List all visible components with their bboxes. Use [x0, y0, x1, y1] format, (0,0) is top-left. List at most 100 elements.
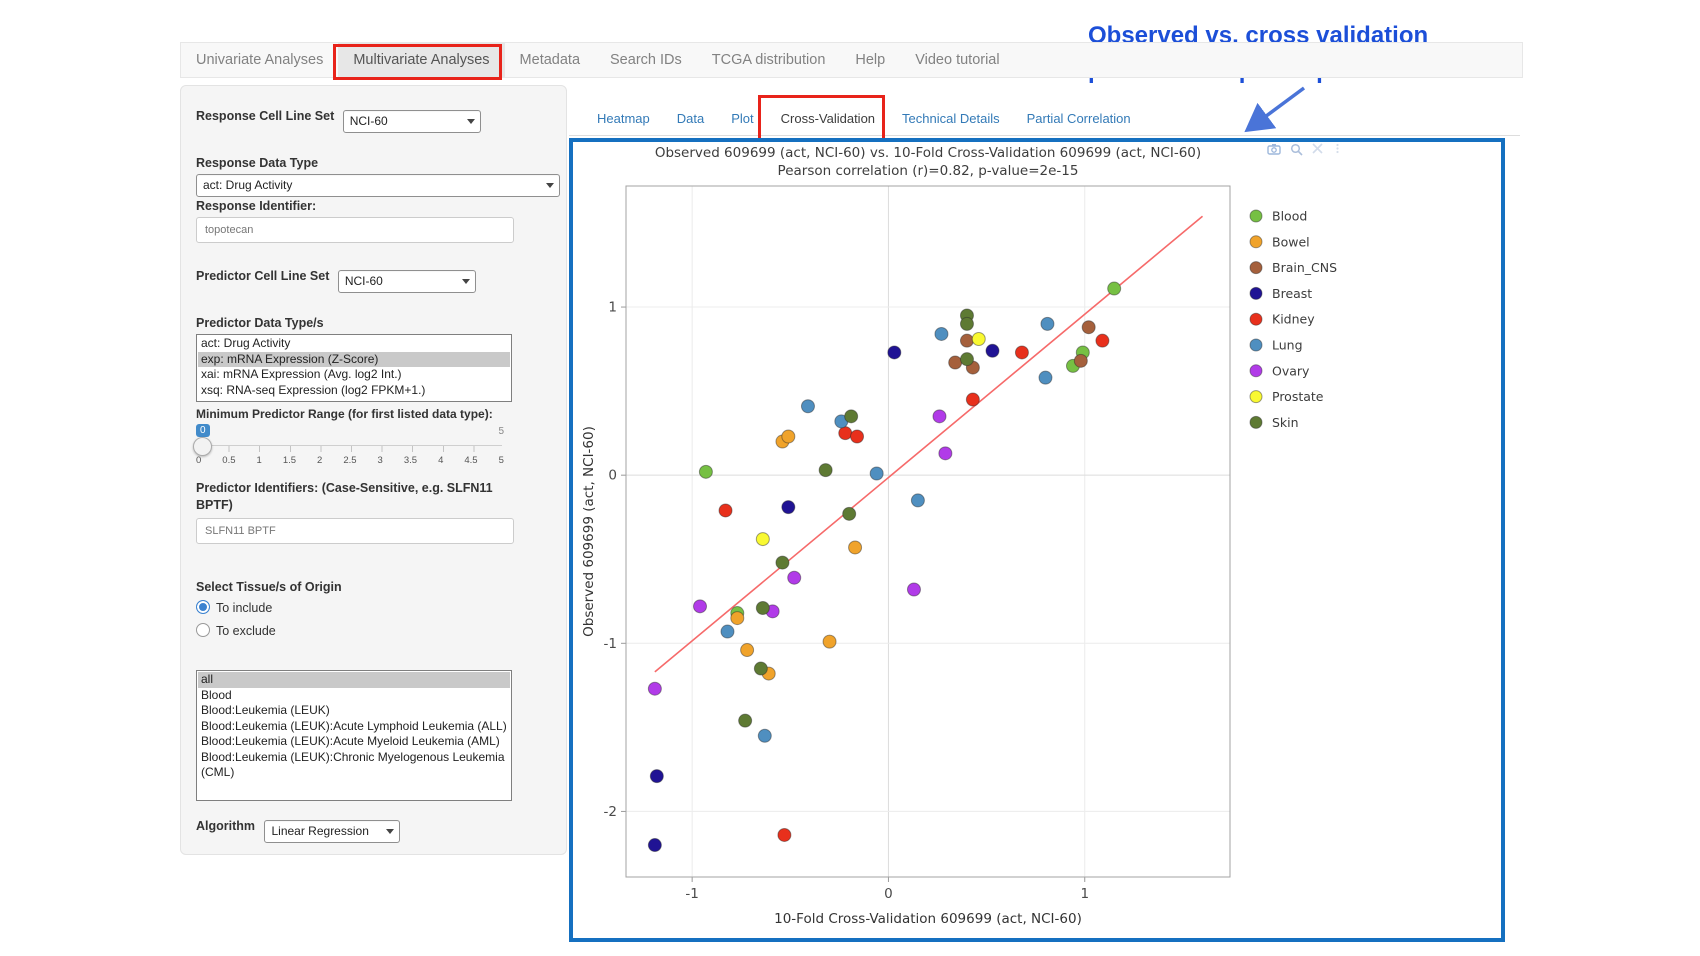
- tissue-origin-listbox[interactable]: allBloodBlood:Leukemia (LEUK)Blood:Leuke…: [196, 670, 512, 801]
- data-point-skin: [776, 556, 789, 569]
- predictor-identifiers-input[interactable]: SLFN11 BPTF: [196, 518, 514, 544]
- tab-cross-validation[interactable]: Cross-Validation: [781, 104, 875, 134]
- radio-unselected-icon[interactable]: [196, 623, 210, 637]
- legend-label-prostate[interactable]: Prostate: [1272, 389, 1324, 404]
- slider-handle[interactable]: [193, 437, 212, 456]
- result-tabbar: Heatmap Data Plot Cross-Validation Technical…: [569, 104, 1520, 136]
- legend-label-kidney[interactable]: Kidney: [1272, 312, 1315, 327]
- slider-track[interactable]: [198, 445, 502, 452]
- legend-swatch-prostate[interactable]: [1250, 391, 1262, 403]
- predictor-data-type-option[interactable]: xsq: RNA-seq Expression (log2 FPKM+1.): [198, 383, 510, 399]
- y-tick-label: -2: [604, 804, 617, 820]
- data-point-prostate: [756, 533, 769, 546]
- predictor-identifiers-label: Predictor Identifiers: (Case-Sensitive, …: [196, 480, 516, 514]
- slider-tick-label: 0.5: [222, 455, 235, 466]
- tab-data[interactable]: Data: [677, 104, 704, 134]
- legend-swatch-brain_cns[interactable]: [1250, 262, 1262, 274]
- radio-selected-icon[interactable]: [196, 600, 210, 614]
- legend-label-breast[interactable]: Breast: [1272, 286, 1312, 301]
- y-tick-label: 0: [608, 468, 617, 484]
- tissue-radio-to-include[interactable]: To include: [196, 600, 544, 615]
- nav-item-tcga-distribution[interactable]: TCGA distribution: [697, 43, 841, 77]
- slider-tick-label: 5: [499, 455, 504, 466]
- slider-tick-label: 1.5: [283, 455, 296, 466]
- legend-label-blood[interactable]: Blood: [1272, 209, 1307, 224]
- predictor-data-type-option[interactable]: act: Drug Activity: [198, 336, 510, 352]
- data-point-lung: [721, 625, 734, 638]
- data-point-kidney: [966, 393, 979, 406]
- algorithm-value: Linear Regression: [271, 824, 368, 838]
- min-predictor-range-slider[interactable]: 0 5 00.511.522.533.544.55: [196, 424, 504, 470]
- scatter-plot[interactable]: -10110-1-210-Fold Cross-Validation 60969…: [573, 142, 1501, 938]
- nav-item-univariate-analyses[interactable]: Univariate Analyses: [181, 43, 338, 77]
- tissue-option[interactable]: Blood: [198, 688, 510, 704]
- nav-item-metadata[interactable]: Metadata: [505, 43, 595, 77]
- nav-item-video-tutorial[interactable]: Video tutorial: [900, 43, 1014, 77]
- tab-technical-details[interactable]: Technical Details: [902, 104, 1000, 134]
- data-point-blood: [699, 465, 712, 478]
- legend-swatch-bowel[interactable]: [1250, 236, 1262, 248]
- legend-swatch-breast[interactable]: [1250, 287, 1262, 299]
- tissue-radio-to-exclude[interactable]: To exclude: [196, 623, 544, 638]
- nav-item-search-ids[interactable]: Search IDs: [595, 43, 697, 77]
- legend-swatch-skin[interactable]: [1250, 416, 1262, 428]
- plot-frame: [626, 186, 1230, 877]
- slider-tick-label: 1: [257, 455, 262, 466]
- tissue-option[interactable]: all: [198, 672, 510, 688]
- legend-swatch-ovary[interactable]: [1250, 365, 1262, 377]
- tissue-option[interactable]: Blood:Leukemia (LEUK):Acute Lymphoid Leu…: [198, 719, 510, 735]
- nav-item-multivariate-analyses[interactable]: Multivariate Analyses: [338, 43, 504, 77]
- radio-label: To exclude: [216, 624, 276, 638]
- algorithm-field: Algorithm Linear Regression: [196, 817, 544, 843]
- tab-partial-correlation[interactable]: Partial Correlation: [1027, 104, 1131, 134]
- data-point-skin: [739, 714, 752, 727]
- legend-swatch-kidney[interactable]: [1250, 313, 1262, 325]
- response-cell-line-set-field: Response Cell Line Set NCI-60: [196, 107, 544, 133]
- nav-item-help[interactable]: Help: [840, 43, 900, 77]
- slider-tick-label: 4: [438, 455, 443, 466]
- data-point-lung: [758, 729, 771, 742]
- slider-tick-label: 3: [378, 455, 383, 466]
- predictor-cell-line-set-select[interactable]: NCI-60: [338, 270, 476, 293]
- response-cell-line-set-select[interactable]: NCI-60: [343, 110, 481, 133]
- data-point-breast: [986, 344, 999, 357]
- data-point-kidney: [851, 430, 864, 443]
- data-point-skin: [960, 353, 973, 366]
- tab-plot[interactable]: Plot: [731, 104, 753, 134]
- predictor-data-type-option[interactable]: xai: mRNA Expression (Avg. log2 Int.): [198, 367, 510, 383]
- data-point-kidney: [778, 828, 791, 841]
- predictor-data-types-listbox[interactable]: act: Drug Activityexp: mRNA Expression (…: [196, 334, 512, 402]
- predictor-data-type-option[interactable]: exp: mRNA Expression (Z-Score): [198, 352, 510, 368]
- predictor-data-types-label: Predictor Data Type/s: [196, 316, 544, 330]
- slider-tick-label: 3.5: [404, 455, 417, 466]
- data-point-brain_cns: [1074, 354, 1087, 367]
- legend-label-brain_cns[interactable]: Brain_CNS: [1272, 260, 1337, 275]
- chevron-down-icon: [467, 119, 475, 124]
- legend-swatch-lung[interactable]: [1250, 339, 1262, 351]
- legend-swatch-blood[interactable]: [1250, 210, 1262, 222]
- chevron-down-icon: [462, 279, 470, 284]
- chevron-down-icon: [546, 183, 554, 188]
- legend-label-bowel[interactable]: Bowel: [1272, 234, 1310, 249]
- slider-tick-label: 2: [317, 455, 322, 466]
- response-identifier-input[interactable]: topotecan: [196, 217, 514, 243]
- tissue-option[interactable]: Blood:Leukemia (LEUK): [198, 703, 510, 719]
- tissue-option[interactable]: Blood:Leukemia (LEUK):Acute Myeloid Leuk…: [198, 734, 510, 750]
- response-data-type-select[interactable]: act: Drug Activity: [196, 174, 560, 197]
- tissue-option[interactable]: Blood:Leukemia (LEUK):Chronic Myelogenou…: [198, 750, 510, 781]
- response-data-type-label: Response Data Type: [196, 156, 544, 170]
- legend-label-skin[interactable]: Skin: [1272, 415, 1299, 430]
- algorithm-select[interactable]: Linear Regression: [264, 820, 400, 843]
- legend-label-ovary[interactable]: Ovary: [1272, 363, 1310, 378]
- data-point-ovary: [939, 447, 952, 460]
- tab-heatmap[interactable]: Heatmap: [597, 104, 650, 134]
- data-point-skin: [819, 464, 832, 477]
- data-point-skin: [754, 662, 767, 675]
- slider-tick-label: 4.5: [464, 455, 477, 466]
- data-point-ovary: [694, 600, 707, 613]
- data-point-ovary: [648, 682, 661, 695]
- slider-tick-labels: 00.511.522.533.544.55: [196, 455, 504, 466]
- legend-label-lung[interactable]: Lung: [1272, 338, 1303, 353]
- cross-validation-plot-card: Observed 609699 (act, NCI-60) vs. 10-Fol…: [569, 138, 1505, 942]
- slider-max-label: 5: [498, 426, 504, 437]
